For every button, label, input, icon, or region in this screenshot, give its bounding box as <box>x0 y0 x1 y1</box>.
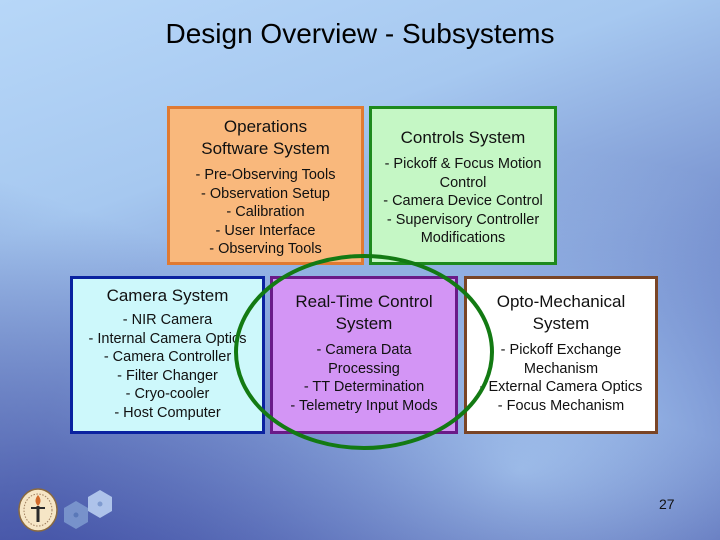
highlight-ellipse <box>234 254 494 450</box>
hexagonal-mirror-logo <box>64 490 112 529</box>
page-number: 27 <box>659 496 675 512</box>
university-seal-logo <box>18 488 58 532</box>
